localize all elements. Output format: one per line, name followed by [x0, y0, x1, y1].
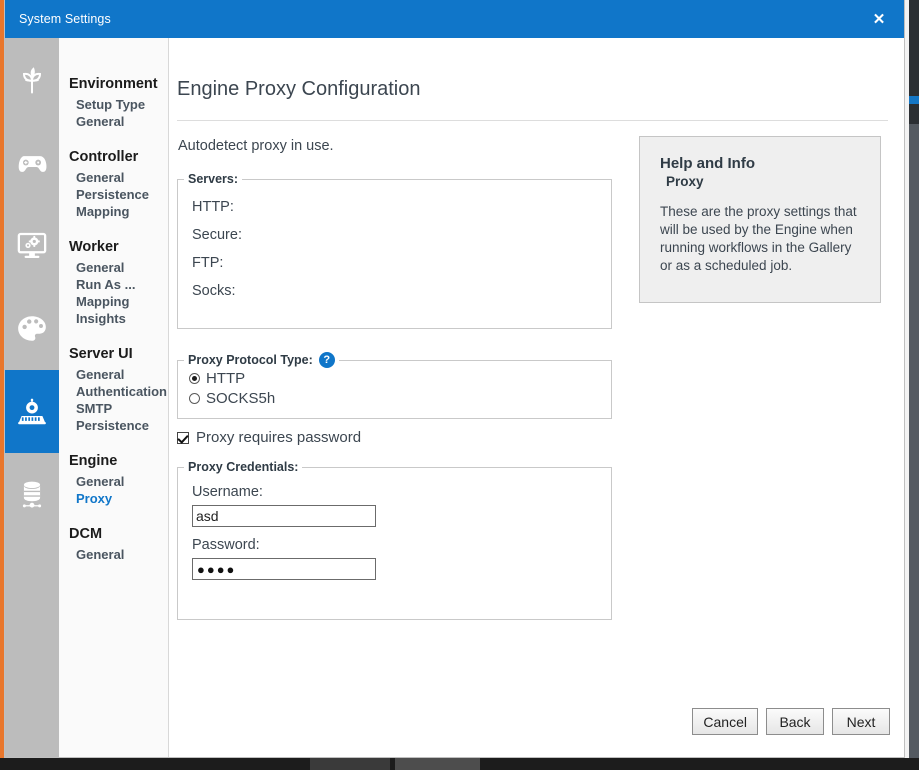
- leaf-icon: [17, 65, 47, 95]
- rail-item-engine[interactable]: [5, 370, 59, 453]
- locomotive-icon: [17, 397, 47, 427]
- nav-group-title: Environment: [69, 76, 168, 92]
- cancel-button[interactable]: Cancel: [692, 708, 758, 735]
- window-title: System Settings: [19, 12, 111, 26]
- nav-item-serverui-smtp[interactable]: SMTP: [69, 400, 168, 417]
- nav-group-title: Server UI: [69, 346, 168, 362]
- proxy-protocol-legend-text: Proxy Protocol Type:: [188, 353, 313, 367]
- help-panel-title: Help and Info: [660, 155, 860, 172]
- nav-group-engine: Engine General Proxy: [69, 453, 168, 507]
- rail-item-server-ui[interactable]: [5, 287, 59, 370]
- next-button[interactable]: Next: [832, 708, 890, 735]
- nav-item-worker-run-as[interactable]: Run As ...: [69, 276, 168, 293]
- nav-item-engine-general[interactable]: General: [69, 473, 168, 490]
- nav-item-dcm-general[interactable]: General: [69, 546, 168, 563]
- nav-group-title: DCM: [69, 526, 168, 542]
- settings-nav: Environment Setup Type General Controlle…: [59, 38, 169, 757]
- main-panel: Engine Proxy Configuration Autodetect pr…: [169, 38, 904, 757]
- server-row-http: HTTP:: [178, 193, 611, 221]
- os-taskbar[interactable]: [0, 758, 919, 770]
- proxy-protocol-fieldset: Proxy Protocol Type: ? HTTP SOCKS5h: [177, 352, 612, 419]
- nav-item-controller-mapping[interactable]: Mapping: [69, 203, 168, 220]
- proxy-protocol-legend: Proxy Protocol Type: ?: [184, 352, 339, 368]
- monitor-gears-icon: [16, 231, 48, 261]
- nav-group-controller: Controller General Persistence Mapping: [69, 149, 168, 220]
- radio-option-http[interactable]: HTTP: [178, 368, 611, 388]
- nav-group-dcm: DCM General: [69, 526, 168, 563]
- proxy-requires-password-label: Proxy requires password: [196, 429, 361, 446]
- nav-item-worker-general[interactable]: General: [69, 259, 168, 276]
- server-row-secure: Secure:: [178, 221, 611, 249]
- servers-legend: Servers:: [184, 172, 242, 186]
- page-title: Engine Proxy Configuration: [177, 78, 420, 101]
- nav-item-controller-general[interactable]: General: [69, 169, 168, 186]
- nav-item-worker-mapping[interactable]: Mapping: [69, 293, 168, 310]
- taskbar-item[interactable]: [310, 758, 390, 770]
- dialog-footer: Cancel Back Next: [692, 708, 890, 735]
- checkbox-mark-icon: [177, 432, 189, 444]
- proxy-requires-password-checkbox[interactable]: Proxy requires password: [177, 429, 361, 446]
- proxy-credentials-fieldset: Proxy Credentials: Username: Password: ●…: [177, 460, 612, 620]
- title-divider: [177, 120, 888, 121]
- help-and-info-panel: Help and Info Proxy These are the proxy …: [639, 136, 881, 303]
- help-panel-body: These are the proxy settings that will b…: [660, 203, 860, 275]
- radio-option-socks5h[interactable]: SOCKS5h: [178, 388, 611, 408]
- password-input[interactable]: ●●●●: [192, 558, 376, 580]
- rail-item-worker[interactable]: [5, 204, 59, 287]
- database-icon: [18, 480, 46, 510]
- username-label: Username:: [178, 484, 611, 500]
- nav-group-title: Worker: [69, 239, 168, 255]
- rail-item-dcm[interactable]: [5, 453, 59, 536]
- nav-item-engine-proxy[interactable]: Proxy: [69, 490, 168, 507]
- radio-label-http: HTTP: [206, 370, 245, 387]
- system-settings-dialog: System Settings ✕: [4, 0, 905, 758]
- nav-item-serverui-persistence[interactable]: Persistence: [69, 417, 168, 434]
- nav-item-environment-general[interactable]: General: [69, 113, 168, 130]
- nav-item-serverui-authentication[interactable]: Authentication: [69, 383, 168, 400]
- nav-group-title: Controller: [69, 149, 168, 165]
- proxy-credentials-legend: Proxy Credentials:: [184, 460, 302, 474]
- radio-mark-http-icon: [189, 373, 200, 384]
- taskbar-item[interactable]: [395, 758, 480, 770]
- nav-item-controller-persistence[interactable]: Persistence: [69, 186, 168, 203]
- rail-item-environment[interactable]: [5, 38, 59, 121]
- server-row-socks: Socks:: [178, 277, 611, 305]
- server-row-ftp: FTP:: [178, 249, 611, 277]
- icon-rail: [5, 38, 59, 757]
- palette-icon: [17, 315, 47, 343]
- title-bar: System Settings ✕: [5, 0, 904, 38]
- nav-item-setup-type[interactable]: Setup Type: [69, 96, 168, 113]
- password-label: Password:: [178, 537, 611, 553]
- help-icon[interactable]: ?: [319, 352, 335, 368]
- backdrop-right-edge: [909, 0, 919, 758]
- back-button[interactable]: Back: [766, 708, 824, 735]
- nav-group-server-ui: Server UI General Authentication SMTP Pe…: [69, 346, 168, 434]
- autodetect-status-text: Autodetect proxy in use.: [178, 138, 334, 154]
- servers-fieldset: Servers: HTTP: Secure: FTP: Socks:: [177, 172, 612, 329]
- dialog-body: Environment Setup Type General Controlle…: [5, 38, 904, 757]
- nav-group-environment: Environment Setup Type General: [69, 76, 168, 130]
- rail-item-controller[interactable]: [5, 121, 59, 204]
- nav-item-worker-insights[interactable]: Insights: [69, 310, 168, 327]
- username-input[interactable]: [192, 505, 376, 527]
- nav-group-title: Engine: [69, 453, 168, 469]
- help-panel-subtitle: Proxy: [660, 174, 860, 189]
- nav-item-serverui-general[interactable]: General: [69, 366, 168, 383]
- radio-label-socks5h: SOCKS5h: [206, 390, 275, 407]
- gamepad-icon: [16, 147, 48, 179]
- radio-mark-socks5h-icon: [189, 393, 200, 404]
- close-icon[interactable]: ✕: [864, 0, 894, 38]
- nav-group-worker: Worker General Run As ... Mapping Insigh…: [69, 239, 168, 327]
